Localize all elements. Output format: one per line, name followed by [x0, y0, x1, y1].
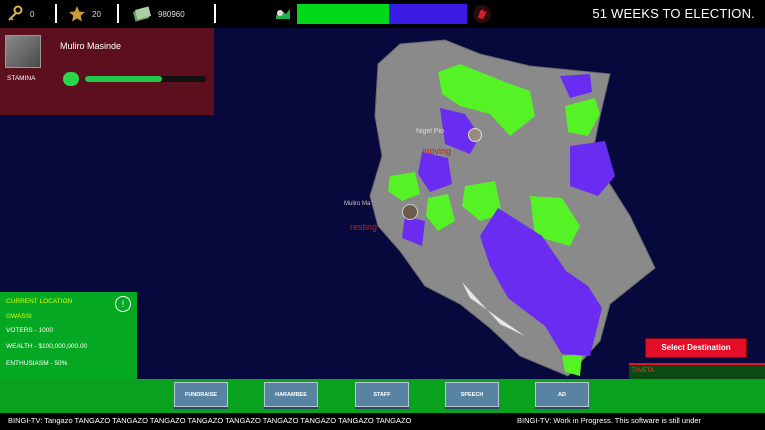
stars-counter: 20 — [68, 0, 101, 28]
speech-button[interactable]: SPEECH — [445, 382, 499, 407]
location-voters: VOTERS - 1000 — [6, 327, 53, 334]
map-regions — [369, 39, 656, 377]
top-bar: 0 20 980960 51 WEEKS TO ELECTION. — [0, 0, 765, 28]
stars-count: 20 — [92, 9, 101, 19]
destination-list: TAVETA — [629, 363, 765, 380]
keys-count: 0 — [30, 9, 35, 19]
staff-button[interactable]: STAFF — [355, 382, 409, 407]
action-bar: FUNDRAISE HARAMBEE STAFF SPEECH AD — [0, 379, 765, 413]
player-status-label: resting — [350, 222, 378, 232]
separator — [214, 4, 216, 23]
stamina-label: STAMINA — [7, 75, 36, 82]
player-marker[interactable] — [402, 204, 418, 220]
select-destination-button[interactable]: Select Destination — [645, 338, 747, 358]
money-counter: 980960 — [132, 0, 185, 28]
candidate-name: Muliro Masinde — [60, 41, 122, 51]
star-icon — [69, 6, 85, 22]
ad-button[interactable]: AD — [535, 382, 589, 407]
key-icon — [8, 5, 23, 21]
news-ticker: BINGI-TV: Tangazo TANGAZO TANGAZO TANGAZ… — [0, 413, 765, 430]
ticker-right-text: BINGI-TV: Work in Progress. This softwar… — [517, 416, 702, 425]
location-wealth: WEALTH - $100,000,000.00 — [6, 343, 88, 350]
destination-item[interactable]: TAVETA — [632, 368, 654, 374]
green-party-icon — [276, 9, 290, 19]
money-icon — [132, 6, 152, 22]
location-enthusiasm: ENTHUSIASM - 50% — [6, 360, 68, 367]
stamina-icon — [63, 72, 79, 86]
location-name: GWASSI — [6, 313, 32, 320]
rival-name-label: Nigel Pio — [416, 128, 445, 135]
location-title: CURRENT LOCATION — [6, 298, 73, 305]
rooster-icon — [473, 5, 491, 23]
separator — [55, 4, 57, 23]
purple-party-support-bar — [389, 4, 467, 24]
separator — [117, 4, 119, 23]
location-panel: CURRENT LOCATION ! GWASSI VOTERS - 1000 … — [0, 292, 137, 380]
rival-status-label: moving — [422, 146, 452, 156]
kenya-map[interactable]: Nigel Pio moving Muliro Ma resting — [330, 36, 670, 386]
player-name-label: Muliro Ma — [344, 201, 371, 207]
stamina-bar-fill — [85, 76, 163, 82]
fundraise-button[interactable]: FUNDRAISE — [174, 382, 228, 407]
harambee-button[interactable]: HARAMBEE — [264, 382, 318, 407]
game-screen: 0 20 980960 51 WEEKS TO ELECTION. Muliro… — [0, 0, 765, 430]
money-count: 980960 — [158, 9, 185, 19]
ticker-left-text: BINGI-TV: Tangazo TANGAZO TANGAZO TANGAZ… — [8, 416, 412, 425]
weeks-to-election: 51 WEEKS TO ELECTION. — [592, 6, 755, 21]
candidate-panel: Muliro Masinde STAMINA — [0, 28, 214, 115]
stamina-bar — [85, 76, 206, 82]
keys-counter: 0 — [6, 0, 34, 28]
candidate-avatar[interactable] — [5, 35, 41, 68]
rival-marker[interactable] — [468, 128, 482, 142]
green-party-support-bar — [297, 4, 389, 24]
info-icon[interactable]: ! — [115, 296, 131, 312]
